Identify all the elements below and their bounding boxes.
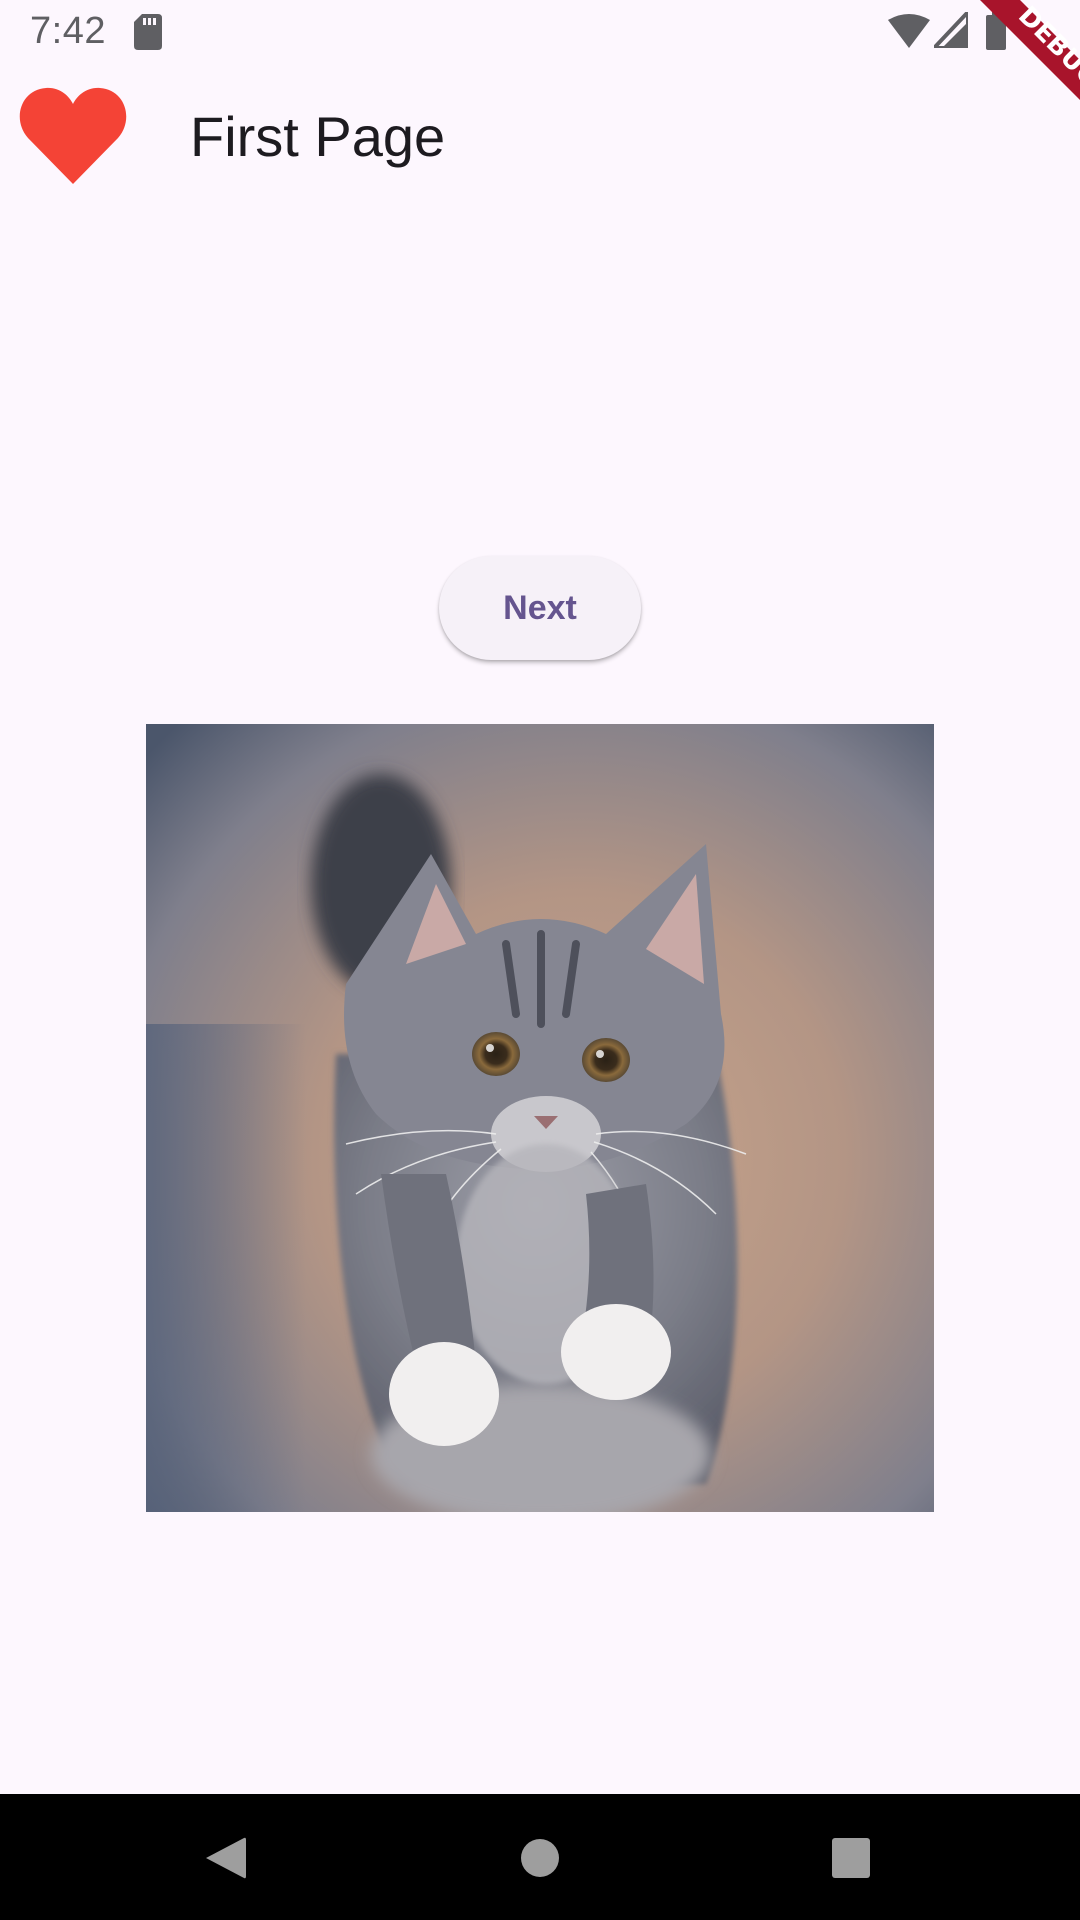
system-nav-bar: [0, 1794, 1080, 1920]
status-time: 7:42: [30, 10, 106, 52]
page-title: First Page: [190, 105, 446, 168]
next-button[interactable]: Next: [439, 556, 641, 660]
home-icon[interactable]: [520, 1838, 560, 1878]
heart-icon[interactable]: [18, 86, 128, 186]
back-icon[interactable]: [204, 1836, 246, 1880]
status-bar: 7:42: [0, 0, 1080, 64]
app-bar: First Page: [0, 64, 1080, 204]
recents-icon[interactable]: [832, 1838, 870, 1878]
kitten-image: [146, 724, 934, 1512]
sd-card-icon: [134, 14, 162, 50]
